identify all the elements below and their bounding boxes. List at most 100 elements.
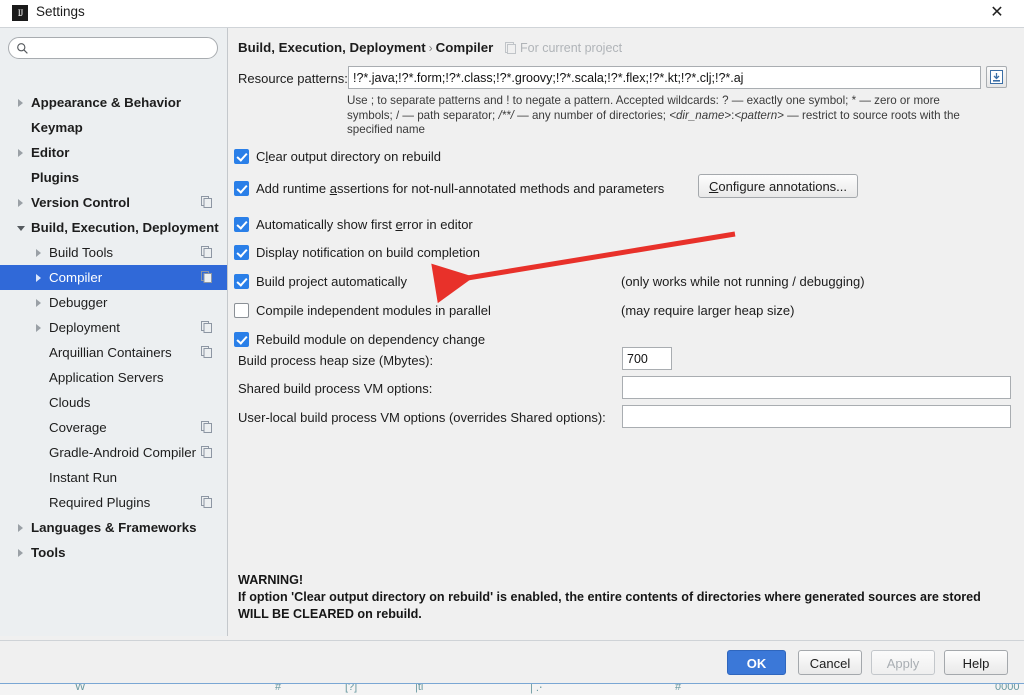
sidebar-item-label: Arquillian Containers — [49, 345, 172, 360]
sidebar-item-clouds[interactable]: Clouds — [0, 390, 227, 415]
chevron-right-icon[interactable] — [36, 274, 41, 282]
chevron-right-icon[interactable] — [18, 199, 23, 207]
settings-content-panel: Build, Execution, Deployment › Compiler Fo… — [228, 28, 1024, 636]
warning-title: WARNING! — [238, 573, 304, 587]
sidebar-item-version-control[interactable]: Version Control — [0, 190, 227, 215]
sidebar-item-coverage[interactable]: Coverage — [0, 415, 227, 440]
copy-settings-icon[interactable] — [201, 246, 212, 258]
chevron-right-icon[interactable] — [18, 524, 23, 532]
chevron-down-icon[interactable] — [17, 226, 25, 231]
warning-block: WARNING! If option 'Clear output directo… — [238, 572, 1013, 623]
sidebar-item-compiler[interactable]: Compiler — [0, 265, 227, 290]
warning-line-1: If option 'Clear output directory on reb… — [238, 590, 981, 604]
sidebar-item-tools[interactable]: Tools — [0, 540, 227, 565]
sidebar-item-languages-frameworks[interactable]: Languages & Frameworks — [0, 515, 227, 540]
sidebar-item-label: Debugger — [49, 295, 108, 310]
cancel-button[interactable]: Cancel — [798, 650, 862, 675]
checkbox-label-compile-independent-modules-in-parallel[interactable]: Compile independent modules in parallel — [256, 302, 491, 320]
sidebar-item-deployment[interactable]: Deployment — [0, 315, 227, 340]
checkbox-label-add-runtime-assertions-for-not-null-annotated-methods-and-parameters[interactable]: Add runtime assertions for not-null-anno… — [256, 180, 664, 198]
checkbox-rebuild-module-on-dependency-change[interactable] — [234, 332, 249, 347]
heap-size-input[interactable] — [622, 347, 672, 370]
user-local-vm-options-label: User-local build process VM options (ove… — [238, 410, 606, 425]
checkbox-label-build-project-automatically[interactable]: Build project automatically — [256, 273, 407, 291]
search-input[interactable] — [8, 37, 218, 59]
settings-tree[interactable]: Appearance & Behavior Keymap Editor Plugins… — [0, 90, 227, 565]
sidebar-item-keymap[interactable]: Keymap — [0, 115, 227, 140]
sidebar-item-label: Compiler — [49, 270, 103, 285]
ok-button[interactable]: OK — [727, 650, 786, 675]
sidebar-item-label: Keymap — [31, 120, 83, 135]
breadcrumb-separator: › — [428, 41, 433, 55]
sidebar-item-gradle-android-compiler[interactable]: Gradle-Android Compiler — [0, 440, 227, 465]
copy-settings-icon[interactable] — [201, 271, 212, 283]
shared-vm-options-label: Shared build process VM options: — [238, 381, 433, 396]
resource-patterns-label: Resource patterns: — [238, 71, 348, 86]
copy-settings-icon[interactable] — [201, 346, 212, 358]
sidebar-item-debugger[interactable]: Debugger — [0, 290, 227, 315]
sidebar-item-plugins[interactable]: Plugins — [0, 165, 227, 190]
sidebar-item-label: Appearance & Behavior — [31, 95, 182, 110]
sidebar-item-build-execution-deployment[interactable]: Build, Execution, Deployment — [0, 215, 227, 240]
sidebar-item-label: Editor — [31, 145, 70, 160]
sidebar-item-editor[interactable]: Editor — [0, 140, 227, 165]
dialog-body: Appearance & Behavior Keymap Editor Plugins… — [0, 27, 1024, 641]
warning-line-2: WILL BE CLEARED on rebuild. — [238, 607, 422, 621]
project-scope-icon — [505, 42, 516, 54]
checkbox-note-build-project-automatically: (only works while not running / debuggin… — [621, 274, 865, 289]
title-bar: IJ Settings ✕ — [0, 0, 1024, 27]
configure-annotations-button[interactable]: Configure annotations... — [698, 174, 858, 198]
sidebar-item-label: Languages & Frameworks — [31, 520, 197, 535]
copy-settings-icon[interactable] — [201, 446, 212, 458]
copy-settings-icon[interactable] — [201, 421, 212, 433]
heap-size-label: Build process heap size (Mbytes): — [238, 353, 434, 368]
sidebar-item-label: Tools — [31, 545, 66, 560]
settings-sidebar: Appearance & Behavior Keymap Editor Plugins… — [0, 28, 228, 636]
sidebar-item-label: Required Plugins — [49, 495, 151, 510]
chevron-right-icon[interactable] — [36, 324, 41, 332]
shared-vm-options-input[interactable] — [622, 376, 1011, 399]
intellij-idea-icon: IJ — [12, 5, 28, 21]
sidebar-item-application-servers[interactable]: Application Servers — [0, 365, 227, 390]
sidebar-item-arquillian-containers[interactable]: Arquillian Containers — [0, 340, 227, 365]
user-local-vm-options-input[interactable] — [622, 405, 1011, 428]
checkbox-clear-output-directory-on-rebuild[interactable] — [234, 149, 249, 164]
apply-button: Apply — [871, 650, 935, 675]
checkbox-label-display-notification-on-build-completion[interactable]: Display notification on build completion — [256, 244, 480, 262]
sidebar-item-label: Coverage — [49, 420, 107, 435]
checkbox-label-clear-output-directory-on-rebuild[interactable]: Clear output directory on rebuild — [256, 148, 441, 166]
close-icon[interactable]: ✕ — [980, 2, 1014, 24]
sidebar-item-instant-run[interactable]: Instant Run — [0, 465, 227, 490]
expand-editor-icon[interactable] — [986, 66, 1007, 88]
sidebar-item-label: Deployment — [49, 320, 120, 335]
sidebar-item-label: Application Servers — [49, 370, 164, 385]
help-button[interactable]: Help — [944, 650, 1008, 675]
sidebar-item-appearance-behavior[interactable]: Appearance & Behavior — [0, 90, 227, 115]
sidebar-item-build-tools[interactable]: Build Tools — [0, 240, 227, 265]
chevron-right-icon[interactable] — [18, 99, 23, 107]
chevron-right-icon[interactable] — [18, 149, 23, 157]
sidebar-item-label: Instant Run — [49, 470, 118, 485]
checkbox-label-rebuild-module-on-dependency-change[interactable]: Rebuild module on dependency change — [256, 331, 485, 349]
checkbox-automatically-show-first-error-in-editor[interactable] — [234, 217, 249, 232]
sidebar-item-label: Gradle-Android Compiler — [49, 445, 197, 460]
checkbox-display-notification-on-build-completion[interactable] — [234, 245, 249, 260]
breadcrumb-parent[interactable]: Build, Execution, Deployment — [238, 40, 426, 55]
sidebar-item-required-plugins[interactable]: Required Plugins — [0, 490, 227, 515]
checkbox-build-project-automatically[interactable] — [234, 274, 249, 289]
copy-settings-icon[interactable] — [201, 321, 212, 333]
copy-settings-icon[interactable] — [201, 496, 212, 508]
resource-patterns-input[interactable] — [348, 66, 981, 89]
chevron-right-icon[interactable] — [36, 299, 41, 307]
chevron-right-icon[interactable] — [18, 549, 23, 557]
window-title: Settings — [36, 4, 85, 19]
copy-settings-icon[interactable] — [201, 196, 212, 208]
checkbox-add-runtime-assertions-for-not-null-annotated-methods-and-parameters[interactable] — [234, 181, 249, 196]
checkbox-note-compile-independent-modules-in-parallel: (may require larger heap size) — [621, 303, 795, 318]
sidebar-item-label: Clouds — [49, 395, 91, 410]
checkbox-label-automatically-show-first-error-in-editor[interactable]: Automatically show first error in editor — [256, 216, 473, 234]
settings-dialog: IJ Settings ✕ Appearance & Behavior Keyma… — [0, 0, 1024, 695]
background-window-strip: W # [?] |ti | .⋅ # 0000 — [0, 683, 1024, 695]
chevron-right-icon[interactable] — [36, 249, 41, 257]
checkbox-compile-independent-modules-in-parallel[interactable] — [234, 303, 249, 318]
